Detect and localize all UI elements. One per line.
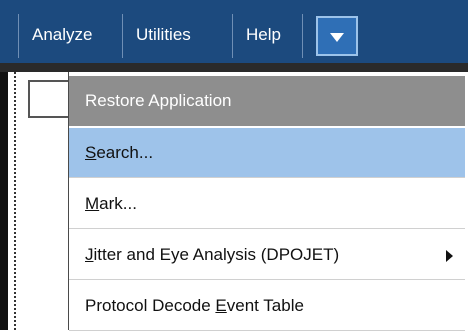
menu-analyze[interactable]: Analyze <box>32 18 92 52</box>
menu-item-label-rest: earch... <box>96 143 154 162</box>
menu-item-jitter-eye-analysis[interactable]: Jitter and Eye Analysis (DPOJET) <box>69 230 465 280</box>
menu-item-label-rest: vent Table <box>226 296 304 315</box>
background-stripe <box>0 72 8 330</box>
chevron-down-icon <box>330 33 344 42</box>
background-control <box>28 80 70 118</box>
menu-item-label-rest: itter and Eye Analysis (DPOJET) <box>93 245 340 264</box>
submenu-arrow-icon <box>446 250 453 262</box>
menu-help[interactable]: Help <box>246 18 281 52</box>
menu-utilities[interactable]: Utilities <box>136 18 191 52</box>
menu-item-label: Mark... <box>85 194 137 213</box>
menu-separator <box>232 14 233 58</box>
menu-item-label: Protocol Decode Event Table <box>85 296 304 315</box>
dropdown-menu: Restore Application Search... Mark... Ji… <box>68 72 468 331</box>
menu-item-label-rest: ark... <box>99 194 137 213</box>
menu-item-label: Jitter and Eye Analysis (DPOJET) <box>85 245 340 264</box>
menu-item-protocol-decode-event-table[interactable]: Protocol Decode Event Table <box>69 281 465 331</box>
menu-item-label: Restore Application <box>85 91 232 110</box>
menu-dropdown-button[interactable] <box>316 16 358 56</box>
menu-item-search[interactable]: Search... <box>69 128 465 178</box>
menu-separator <box>302 14 303 58</box>
menu-item-label: Search... <box>85 143 154 162</box>
menu-item-restore-application[interactable]: Restore Application <box>69 76 465 126</box>
menu-separator <box>18 14 19 58</box>
background-divider <box>14 72 17 330</box>
menu-separator <box>122 14 123 58</box>
background-window-area <box>0 72 70 330</box>
menu-item-label-pre: Protocol Decode <box>85 296 216 315</box>
menu-bar: Analyze Utilities Help <box>0 0 468 72</box>
menu-item-mark[interactable]: Mark... <box>69 179 465 229</box>
